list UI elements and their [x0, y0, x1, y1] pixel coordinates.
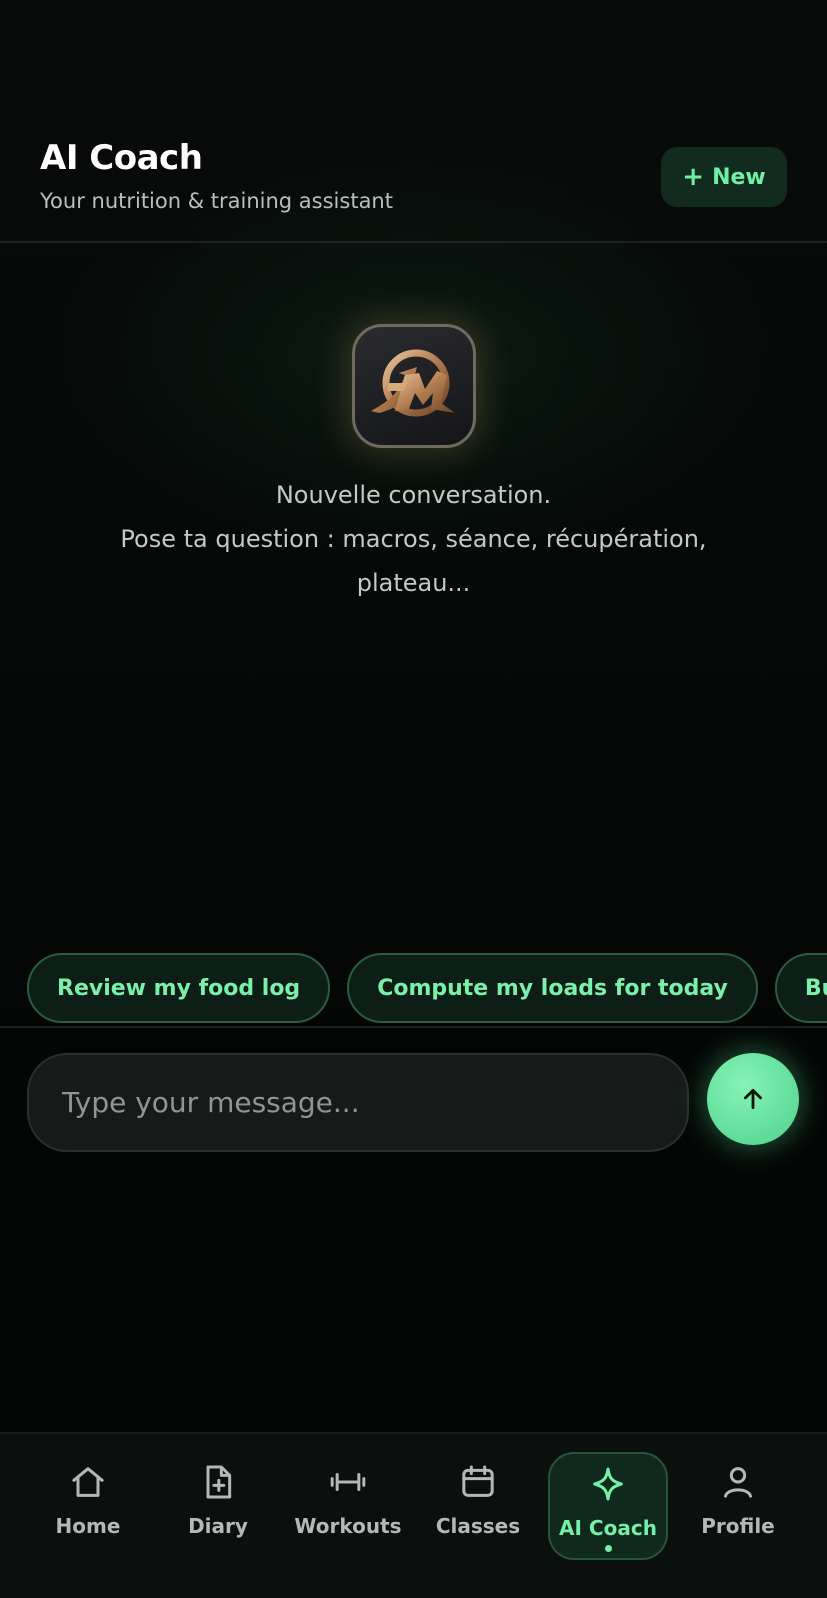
- dm-logo: [352, 324, 476, 448]
- bottom-navigation: Home Diary Workouts Classes AI Coach Pro…: [0, 1432, 827, 1598]
- nav-label: Workouts: [294, 1514, 402, 1538]
- nav-label: Diary: [188, 1514, 248, 1538]
- message-composer: [27, 1053, 689, 1152]
- nav-item-home[interactable]: Home: [29, 1452, 147, 1560]
- nav-label: Home: [55, 1514, 121, 1538]
- nav-item-ai-coach[interactable]: AI Coach: [548, 1452, 668, 1560]
- new-button-label: New: [712, 164, 766, 190]
- nav-item-profile[interactable]: Profile: [679, 1452, 797, 1560]
- nav-item-workouts[interactable]: Workouts: [289, 1452, 407, 1560]
- page-title: AI Coach: [40, 138, 203, 178]
- ai-coach-screen: AI Coach Your nutrition & training assis…: [0, 0, 827, 1598]
- empty-state-hint: Pose ta question : macros, séance, récup…: [120, 525, 707, 597]
- sparkle-icon: [588, 1462, 628, 1506]
- empty-state-title: Nouvelle conversation.: [275, 481, 552, 509]
- dumbbell-icon: [328, 1460, 368, 1504]
- nav-label: Profile: [701, 1514, 775, 1538]
- message-input[interactable]: [62, 1086, 687, 1119]
- nav-item-classes[interactable]: Classes: [419, 1452, 537, 1560]
- suggestion-chip[interactable]: Review my food log: [27, 953, 331, 1023]
- suggestion-chip[interactable]: Compute my loads for today: [347, 953, 758, 1023]
- diary-icon: [198, 1460, 238, 1504]
- calendar-icon: [458, 1460, 498, 1504]
- suggestion-chips: Review my food log Compute my loads for …: [27, 953, 827, 1023]
- active-indicator-dot: [605, 1545, 612, 1552]
- user-icon: [718, 1460, 758, 1504]
- page-subtitle: Your nutrition & training assistant: [40, 189, 393, 213]
- plus-icon: +: [682, 162, 705, 192]
- nav-item-diary[interactable]: Diary: [159, 1452, 277, 1560]
- header: AI Coach Your nutrition & training assis…: [0, 0, 827, 243]
- new-conversation-button[interactable]: + New: [661, 147, 787, 207]
- send-button[interactable]: [707, 1053, 799, 1145]
- divider: [0, 1026, 827, 1028]
- nav-label: AI Coach: [559, 1516, 657, 1540]
- arrow-up-icon: [744, 1088, 762, 1110]
- nav-label: Classes: [435, 1514, 521, 1538]
- suggestion-chip[interactable]: Build me: [774, 953, 827, 1023]
- dm-logo-emblem: [371, 349, 455, 417]
- home-icon: [68, 1460, 108, 1504]
